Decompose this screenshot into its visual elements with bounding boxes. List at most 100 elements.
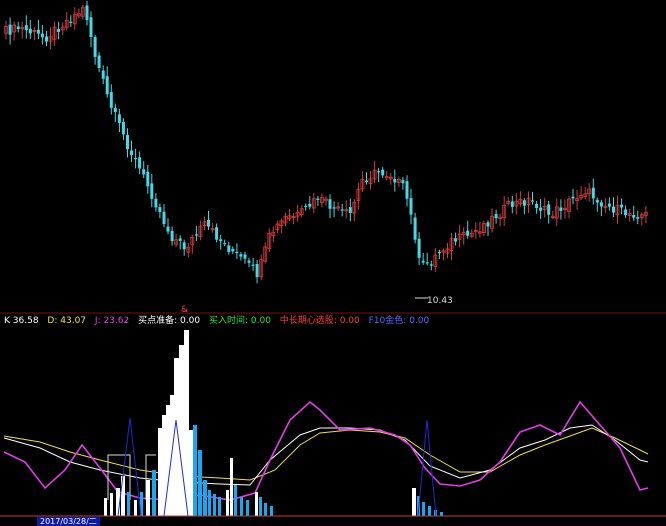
candle-body [559,207,563,211]
candle-body [126,134,129,150]
candle-body [348,207,352,213]
histogram-bar [240,497,243,516]
candle-body [219,239,223,242]
candle-body [255,264,259,278]
candle-body [332,207,336,209]
candle-body [89,17,93,37]
histogram-bar [412,488,416,516]
f10-indicator: F10金色: 0.00 [368,316,430,326]
candle-body [45,36,48,42]
mid-term-indicator: 中长期心选股: 0.00 [279,316,360,326]
candle-body [93,36,97,57]
candle-body [146,171,150,187]
candle-body [85,5,89,20]
candle-body [130,150,133,156]
candle-body [251,264,255,266]
candle-body [121,121,125,135]
indicator-legend: K 36.58 D: 43.07 J: 23.62 买点准备: 0.00 买入时… [4,314,435,328]
candle-body [138,157,142,169]
candle-body [417,238,421,258]
candle-body [571,196,575,199]
candle-body [437,252,441,254]
histogram-bar [428,506,431,516]
candle-body [632,215,636,218]
candle-body [113,107,117,113]
candle-body [227,245,231,252]
histogram-bar [255,492,258,516]
d-line [3,427,649,481]
histogram-bar [121,476,125,516]
candle-body [429,264,433,266]
histogram-bar [422,502,425,516]
blue-spike [417,419,437,517]
histogram-bar [198,450,202,516]
candle-body [162,211,166,225]
candle-body [340,209,344,211]
stock-chart[interactable]: 10.43 & [0,0,666,526]
candle-body [223,243,227,245]
candle-body [101,70,105,79]
candle-body [591,187,595,199]
candle-body [531,200,534,202]
candle-body [182,242,186,250]
histogram-bar [226,490,229,516]
buy-time-indicator: 买入时间: 0.00 [208,316,271,326]
candle-body [405,181,409,199]
candle-body [235,251,239,253]
histogram-bar [246,500,249,516]
candle-body [134,158,138,160]
d-indicator: D: 43.07 [47,316,87,326]
buy-prep-indicator: 买点准备: 0.00 [138,316,201,326]
histogram-bar [230,458,233,516]
candle-body [28,28,32,34]
candle-body [328,199,332,209]
histogram-bar [270,506,273,516]
candle-body [401,180,405,184]
candle-body [69,21,73,23]
candle-body [166,226,170,232]
candle-body [539,207,543,211]
candle-body [607,203,611,207]
candle-body [425,262,429,264]
histogram-bar [104,498,107,516]
histogram-bar [193,425,197,516]
candle-body [207,220,210,227]
histogram-bar [146,480,150,516]
candle-body [612,206,615,213]
crosshair-date-label: 2017/03/28/二 [37,517,100,526]
candle-body [24,25,28,31]
candle-body [117,114,121,123]
candle-body [247,260,251,263]
candle-body [109,92,113,108]
k-line [3,424,649,486]
candle-body [304,205,308,207]
candle-body [522,200,526,206]
candle-body [409,198,413,215]
k-indicator: K 36.58 [4,316,39,326]
histogram-bar [440,512,443,516]
candle-body [170,230,174,242]
histogram-bar [234,485,237,516]
candle-body [142,169,146,175]
candle-body [393,179,397,183]
candle-body [150,183,154,199]
histogram-bar [189,430,193,516]
candlestick-series [4,0,648,284]
candle-body [16,26,20,30]
candle-body [599,202,603,207]
histogram-bar [259,497,262,516]
candle-body [231,249,235,252]
histogram-bar [152,470,156,516]
candle-body [40,33,44,38]
candle-body [381,169,385,176]
candle-body [547,204,551,215]
candle-body [178,238,182,241]
candle-body [620,204,624,208]
candle-body [466,230,470,236]
candle-body [243,254,247,259]
candle-body [158,207,162,212]
candle-body [421,260,425,263]
candle-body [215,227,219,240]
histogram-bar [218,497,221,516]
histogram-bar [127,492,130,516]
